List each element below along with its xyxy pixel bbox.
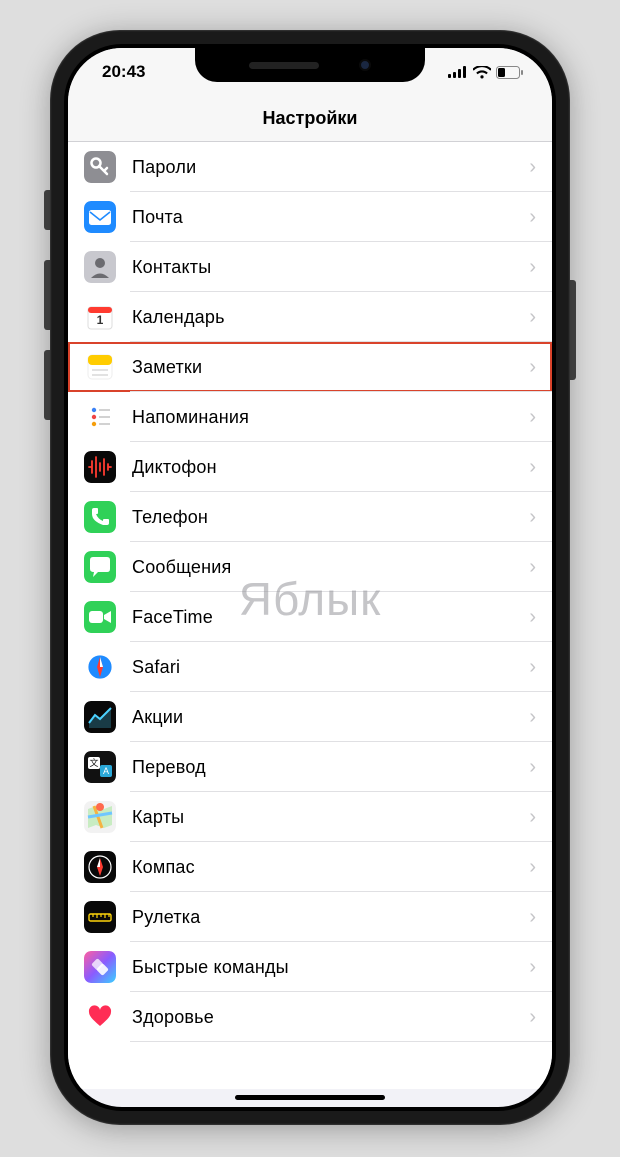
settings-row-mail[interactable]: Почта› bbox=[68, 192, 552, 242]
chevron-right-icon: › bbox=[529, 456, 536, 479]
phone-frame: 20:43 Настройки Пароли›Почта›Контакты›1К… bbox=[50, 30, 570, 1125]
chevron-right-icon: › bbox=[529, 556, 536, 579]
row-label: Акции bbox=[132, 707, 529, 728]
bubble-icon bbox=[84, 551, 116, 583]
mail-icon bbox=[84, 201, 116, 233]
settings-row-translate[interactable]: 文A Перевод› bbox=[68, 742, 552, 792]
row-label: Контакты bbox=[132, 257, 529, 278]
row-label: Сообщения bbox=[132, 557, 529, 578]
settings-row-phone[interactable]: Телефон› bbox=[68, 492, 552, 542]
chevron-right-icon: › bbox=[529, 906, 536, 929]
shortcuts-icon bbox=[84, 951, 116, 983]
stocks-icon bbox=[84, 701, 116, 733]
settings-row-stocks[interactable]: Акции› bbox=[68, 692, 552, 742]
svg-text:A: A bbox=[103, 766, 109, 776]
chevron-right-icon: › bbox=[529, 356, 536, 379]
settings-row-facetime[interactable]: FaceTime› bbox=[68, 592, 552, 642]
row-label: Календарь bbox=[132, 307, 529, 328]
screen: 20:43 Настройки Пароли›Почта›Контакты›1К… bbox=[68, 48, 552, 1107]
row-label: Пароли bbox=[132, 157, 529, 178]
row-label: Компас bbox=[132, 857, 529, 878]
battery-icon bbox=[496, 66, 524, 79]
chevron-right-icon: › bbox=[529, 756, 536, 779]
nav-bar: Настройки bbox=[68, 96, 552, 142]
row-label: Напоминания bbox=[132, 407, 529, 428]
settings-row-messages[interactable]: Сообщения› bbox=[68, 542, 552, 592]
row-label: Карты bbox=[132, 807, 529, 828]
svg-text:文: 文 bbox=[89, 757, 98, 768]
maps-icon bbox=[84, 801, 116, 833]
page-title: Настройки bbox=[263, 108, 358, 129]
chevron-right-icon: › bbox=[529, 806, 536, 829]
waveform-icon bbox=[84, 451, 116, 483]
chevron-right-icon: › bbox=[529, 256, 536, 279]
chevron-right-icon: › bbox=[529, 406, 536, 429]
row-label: Заметки bbox=[132, 357, 529, 378]
row-label: Телефон bbox=[132, 507, 529, 528]
status-time: 20:43 bbox=[102, 62, 145, 82]
video-icon bbox=[84, 601, 116, 633]
heart-icon bbox=[84, 1001, 116, 1033]
row-label: Здоровье bbox=[132, 1007, 529, 1028]
settings-row-maps[interactable]: Карты› bbox=[68, 792, 552, 842]
settings-row-health[interactable]: Здоровье› bbox=[68, 992, 552, 1042]
translate-icon: 文A bbox=[84, 751, 116, 783]
chevron-right-icon: › bbox=[529, 706, 536, 729]
settings-row-measure[interactable]: Рулетка› bbox=[68, 892, 552, 942]
compass2-icon bbox=[84, 851, 116, 883]
signal-icon bbox=[448, 66, 468, 78]
svg-text:1: 1 bbox=[97, 313, 104, 327]
contacts-icon bbox=[84, 251, 116, 283]
row-label: Safari bbox=[132, 657, 529, 678]
settings-row-safari[interactable]: Safari› bbox=[68, 642, 552, 692]
chevron-right-icon: › bbox=[529, 606, 536, 629]
notes-icon bbox=[84, 351, 116, 383]
settings-row-voicememos[interactable]: Диктофон› bbox=[68, 442, 552, 492]
compass-icon bbox=[84, 651, 116, 683]
settings-list[interactable]: Пароли›Почта›Контакты›1Календарь›Заметки… bbox=[68, 142, 552, 1089]
settings-row-shortcuts[interactable]: Быстрые команды› bbox=[68, 942, 552, 992]
settings-row-calendar[interactable]: 1 Календарь› bbox=[68, 292, 552, 342]
row-label: Рулетка bbox=[132, 907, 529, 928]
key-icon bbox=[84, 151, 116, 183]
chevron-right-icon: › bbox=[529, 206, 536, 229]
settings-row-reminders[interactable]: Напоминания› bbox=[68, 392, 552, 442]
row-label: Диктофон bbox=[132, 457, 529, 478]
settings-row-notes[interactable]: Заметки› bbox=[68, 342, 552, 392]
chevron-right-icon: › bbox=[529, 1006, 536, 1029]
home-indicator[interactable] bbox=[235, 1095, 385, 1100]
chevron-right-icon: › bbox=[529, 156, 536, 179]
chevron-right-icon: › bbox=[529, 656, 536, 679]
row-label: Перевод bbox=[132, 757, 529, 778]
row-label: Почта bbox=[132, 207, 529, 228]
phone-icon bbox=[84, 501, 116, 533]
wifi-icon bbox=[473, 66, 491, 79]
row-label: FaceTime bbox=[132, 607, 529, 628]
settings-row-passwords[interactable]: Пароли› bbox=[68, 142, 552, 192]
chevron-right-icon: › bbox=[529, 306, 536, 329]
reminders-icon bbox=[84, 401, 116, 433]
ruler-icon bbox=[84, 901, 116, 933]
calendar-icon: 1 bbox=[84, 301, 116, 333]
notch bbox=[195, 48, 425, 82]
chevron-right-icon: › bbox=[529, 856, 536, 879]
chevron-right-icon: › bbox=[529, 506, 536, 529]
row-label: Быстрые команды bbox=[132, 957, 529, 978]
settings-row-compass[interactable]: Компас› bbox=[68, 842, 552, 892]
settings-row-contacts[interactable]: Контакты› bbox=[68, 242, 552, 292]
chevron-right-icon: › bbox=[529, 956, 536, 979]
